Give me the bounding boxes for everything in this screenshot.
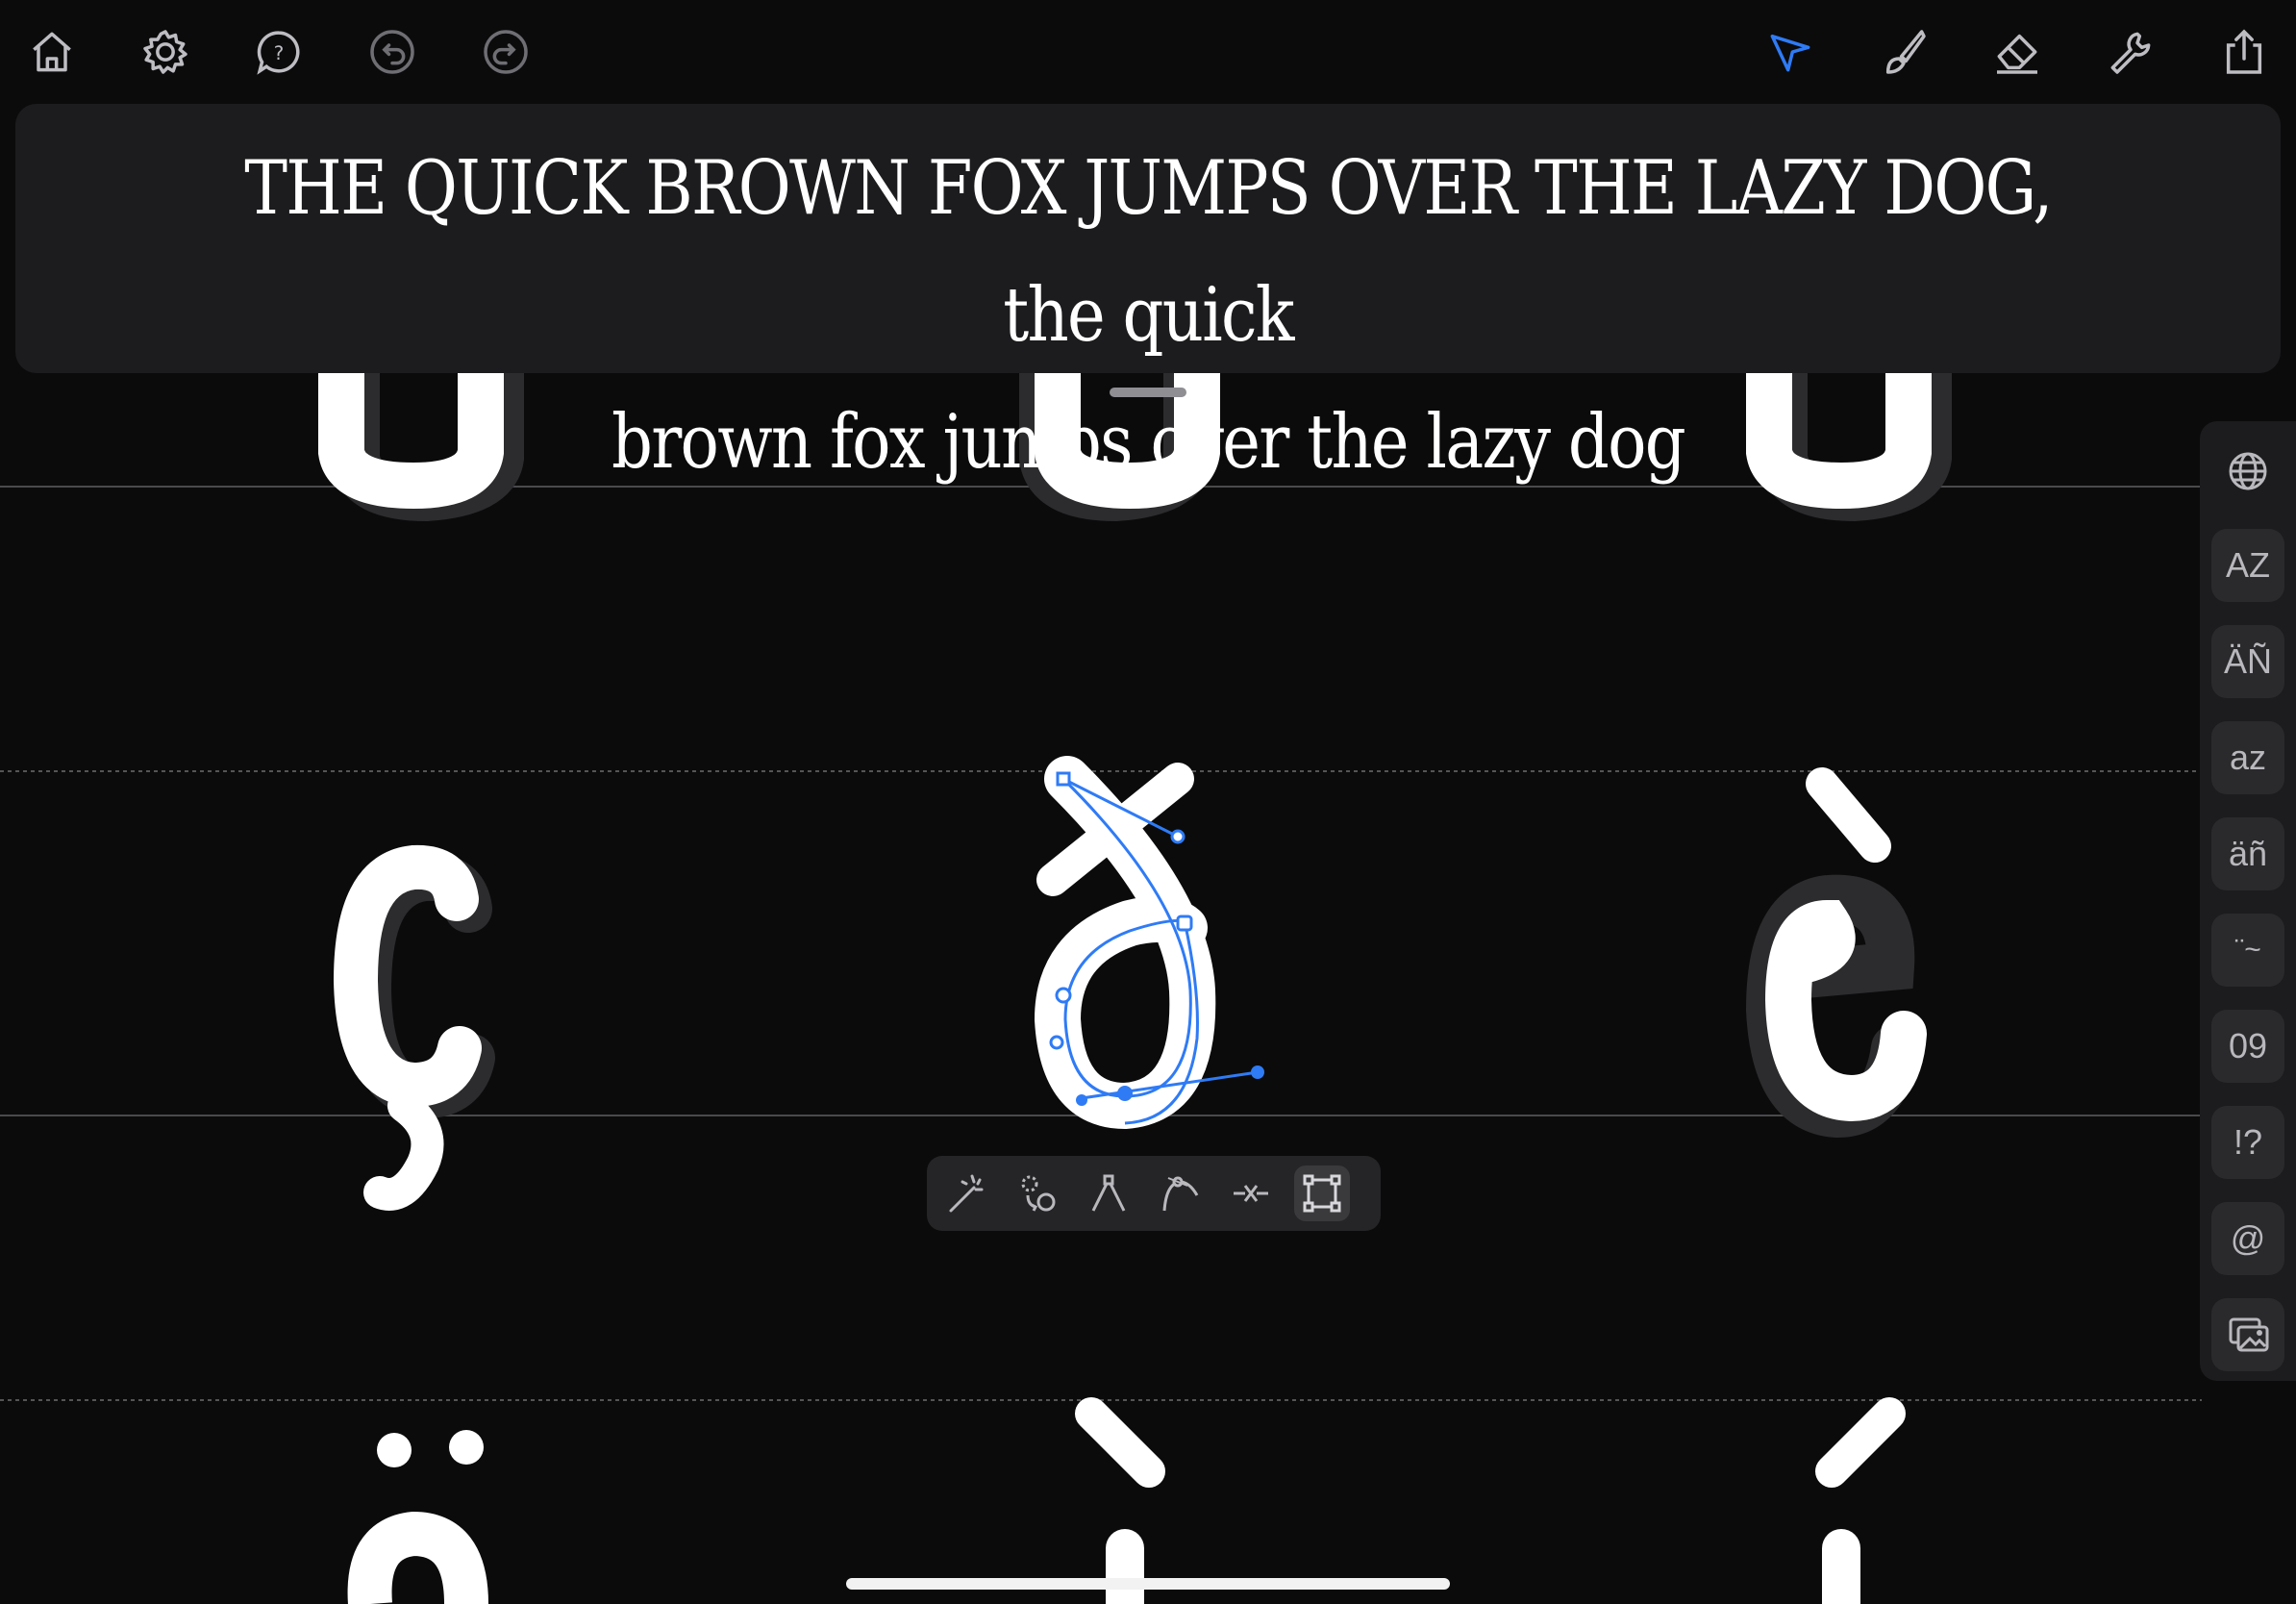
lowercase-button[interactable]: az xyxy=(2211,721,2284,794)
curve-point-icon[interactable] xyxy=(1152,1165,1208,1221)
home-indicator[interactable] xyxy=(846,1578,1450,1590)
globe-icon[interactable] xyxy=(2211,435,2284,508)
glyph-cell-c-cedilla[interactable] xyxy=(333,844,495,1211)
image-icon[interactable] xyxy=(2211,1298,2284,1371)
transform-box-icon[interactable] xyxy=(1294,1165,1350,1221)
diacritics-button[interactable]: ¨~ xyxy=(2211,914,2284,987)
preview-line-2: brown fox jumps over the lazy dog xyxy=(611,399,1686,486)
glyph-cell-e-grave[interactable] xyxy=(1745,767,1927,1139)
uppercase-accented-button[interactable]: ÄÑ xyxy=(2211,625,2284,698)
uppercase-button[interactable]: AZ xyxy=(2211,529,2284,602)
magic-wand-icon[interactable] xyxy=(938,1165,994,1221)
share-icon[interactable] xyxy=(2213,21,2275,83)
home-icon[interactable] xyxy=(21,21,83,83)
eraser-icon[interactable] xyxy=(1986,21,2048,83)
help-bubble-icon[interactable]: ? xyxy=(248,21,310,83)
glyph-cell-o-diaeresis[interactable] xyxy=(347,1430,488,1604)
glyph-cell-eth[interactable] xyxy=(1034,756,1264,1130)
lowercase-accented-button[interactable]: äñ xyxy=(2211,817,2284,890)
undo-icon[interactable] xyxy=(362,21,423,83)
split-point-icon[interactable] xyxy=(1223,1165,1279,1221)
pointer-icon[interactable] xyxy=(1759,21,1821,83)
svg-text:?: ? xyxy=(274,42,285,64)
convert-point-icon[interactable] xyxy=(1010,1165,1065,1221)
preview-line-1: THE QUICK BROWN FOX JUMPS OVER THE LAZY … xyxy=(244,145,2053,359)
gear-icon[interactable] xyxy=(135,21,196,83)
punctuation-button[interactable]: !? xyxy=(2211,1106,2284,1179)
text-preview-panel[interactable]: THE QUICK BROWN FOX JUMPS OVER THE LAZY … xyxy=(15,104,2281,486)
glyph-cell-i-grave[interactable] xyxy=(1075,1397,1165,1604)
preview-resize-handle[interactable] xyxy=(1110,388,1186,397)
numbers-button[interactable]: 09 xyxy=(2211,1010,2284,1083)
wrench-icon[interactable] xyxy=(2100,21,2161,83)
glyph-cell-i-acute[interactable] xyxy=(1815,1397,1906,1604)
brush-icon[interactable] xyxy=(1873,21,1934,83)
corner-point-icon[interactable] xyxy=(1081,1165,1136,1221)
top-toolbar: ? xyxy=(0,0,2296,104)
preview-text: THE QUICK BROWN FOX JUMPS OVER THE LAZY … xyxy=(207,125,2088,506)
node-edit-toolbar xyxy=(927,1156,1381,1231)
redo-icon[interactable] xyxy=(475,21,537,83)
symbols-button[interactable]: @ xyxy=(2211,1202,2284,1275)
